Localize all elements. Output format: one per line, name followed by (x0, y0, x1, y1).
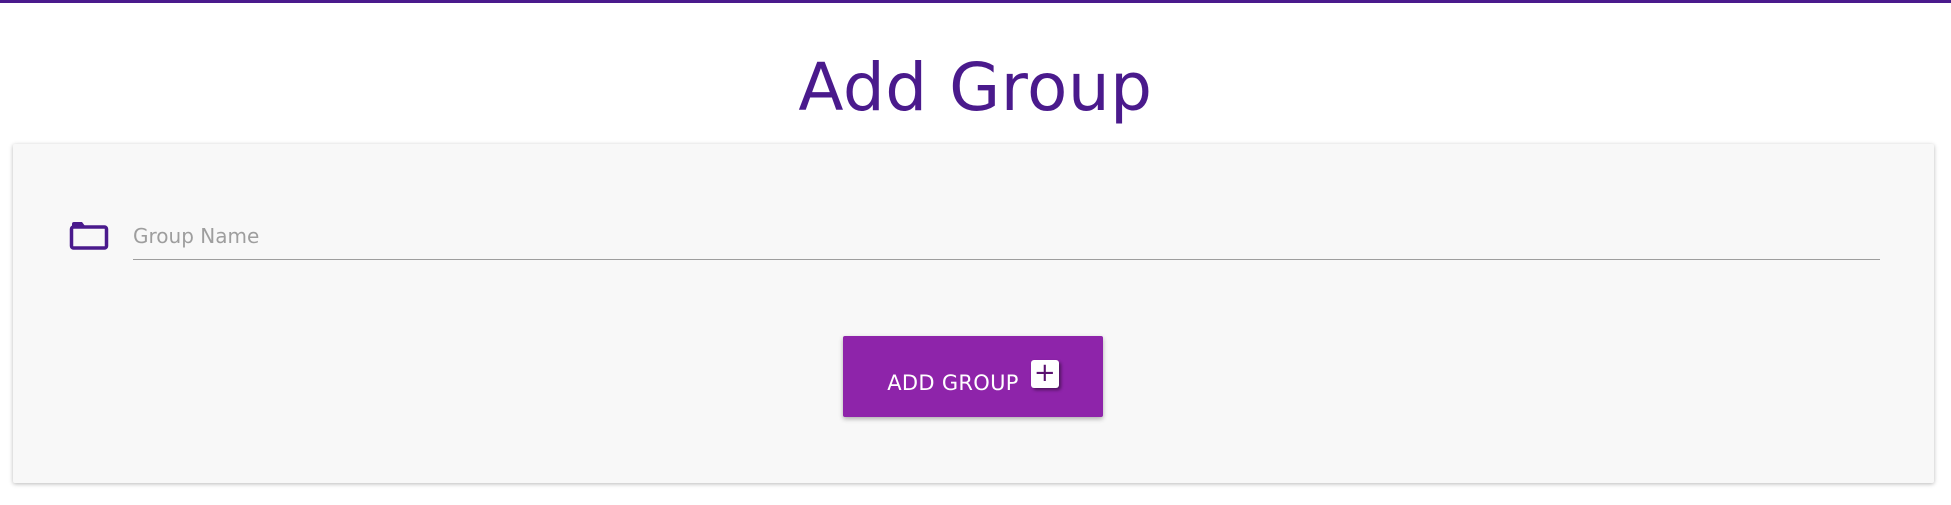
plus-icon: + (1030, 359, 1059, 388)
folder-icon (69, 220, 109, 250)
group-name-input[interactable] (133, 216, 1880, 256)
top-accent-bar (0, 0, 1951, 3)
page-title: Add Group (798, 49, 1153, 126)
add-group-button[interactable]: ADD GROUP + (843, 336, 1103, 417)
group-name-field (133, 216, 1880, 260)
add-group-form-card: ADD GROUP + (13, 144, 1934, 483)
add-group-button-label: ADD GROUP (887, 370, 1019, 395)
